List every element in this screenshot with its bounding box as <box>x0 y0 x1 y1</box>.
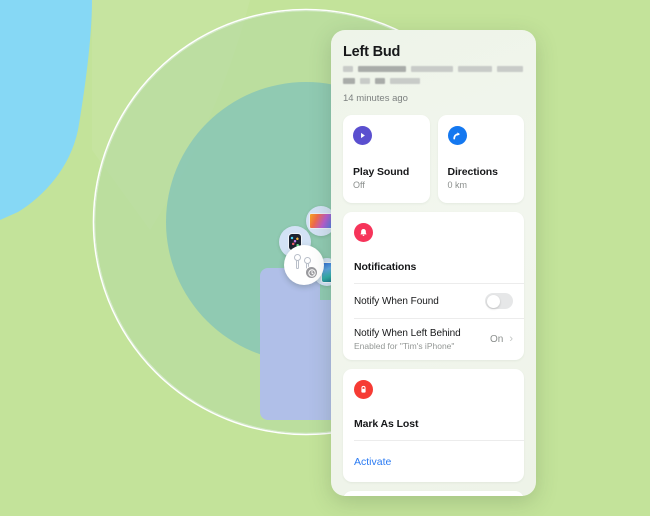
notify-when-left-behind-sublabel: Enabled for "Tim's iPhone" <box>354 341 455 351</box>
play-icon <box>353 126 372 145</box>
directions-label: Directions <box>447 166 498 178</box>
bell-icon <box>354 223 373 242</box>
notifications-title: Notifications <box>354 261 417 273</box>
redacted-line-2 <box>343 78 524 84</box>
chevron-right-icon: › <box>509 333 513 345</box>
play-sound-status: Off <box>353 180 365 190</box>
imac-icon <box>309 213 333 229</box>
notify-when-left-behind-right: On › <box>489 333 513 346</box>
notify-when-left-behind-row[interactable]: Notify When Left Behind Enabled for "Tim… <box>343 319 524 360</box>
play-sound-label: Play Sound <box>353 166 410 178</box>
mark-as-lost-header: Mark As Lost <box>343 369 524 440</box>
notifications-header: Notifications <box>343 212 524 283</box>
notify-when-left-behind-label: Notify When Left Behind <box>354 328 461 339</box>
notify-when-left-behind-value: On <box>489 334 504 345</box>
lock-icon <box>354 380 373 399</box>
notify-when-found-toggle[interactable] <box>485 293 513 309</box>
find-my-window: Left Bud 14 minutes ago Play Sound Off D… <box>0 0 650 516</box>
airpods-status-badge <box>305 266 318 279</box>
directions-arrow-icon <box>447 126 467 145</box>
remove-device-group[interactable]: Remove this Device <box>343 491 524 496</box>
panel-header: Left Bud 14 minutes ago <box>343 30 524 104</box>
activate-row[interactable]: Activate <box>343 441 524 482</box>
notify-when-left-behind-text: Notify When Left Behind Enabled for "Tim… <box>354 328 461 351</box>
directions-distance: 0 km <box>447 180 468 190</box>
action-card-row: Play Sound Off Directions 0 km <box>343 115 524 203</box>
last-seen-timestamp: 14 minutes ago <box>343 93 408 104</box>
notify-when-found-label: Notify When Found <box>354 295 439 307</box>
notifications-group: Notifications Notify When Found Notify W… <box>343 212 524 360</box>
mark-as-lost-group: Mark As Lost Activate <box>343 369 524 482</box>
redacted-line-1 <box>343 66 524 72</box>
device-detail-panel: Left Bud 14 minutes ago Play Sound Off D… <box>331 30 536 496</box>
map-canvas[interactable] <box>0 0 650 516</box>
toggle-knob <box>486 294 500 308</box>
play-sound-card[interactable]: Play Sound Off <box>343 115 430 203</box>
directions-card[interactable]: Directions 0 km <box>437 115 524 203</box>
page-title: Left Bud <box>343 44 401 60</box>
airpods-icon <box>293 254 318 279</box>
map-marker-airpods-selected[interactable] <box>284 245 324 285</box>
notify-when-found-row[interactable]: Notify When Found <box>343 284 524 318</box>
activate-button[interactable]: Activate <box>354 456 391 468</box>
mark-as-lost-title: Mark As Lost <box>354 418 419 430</box>
